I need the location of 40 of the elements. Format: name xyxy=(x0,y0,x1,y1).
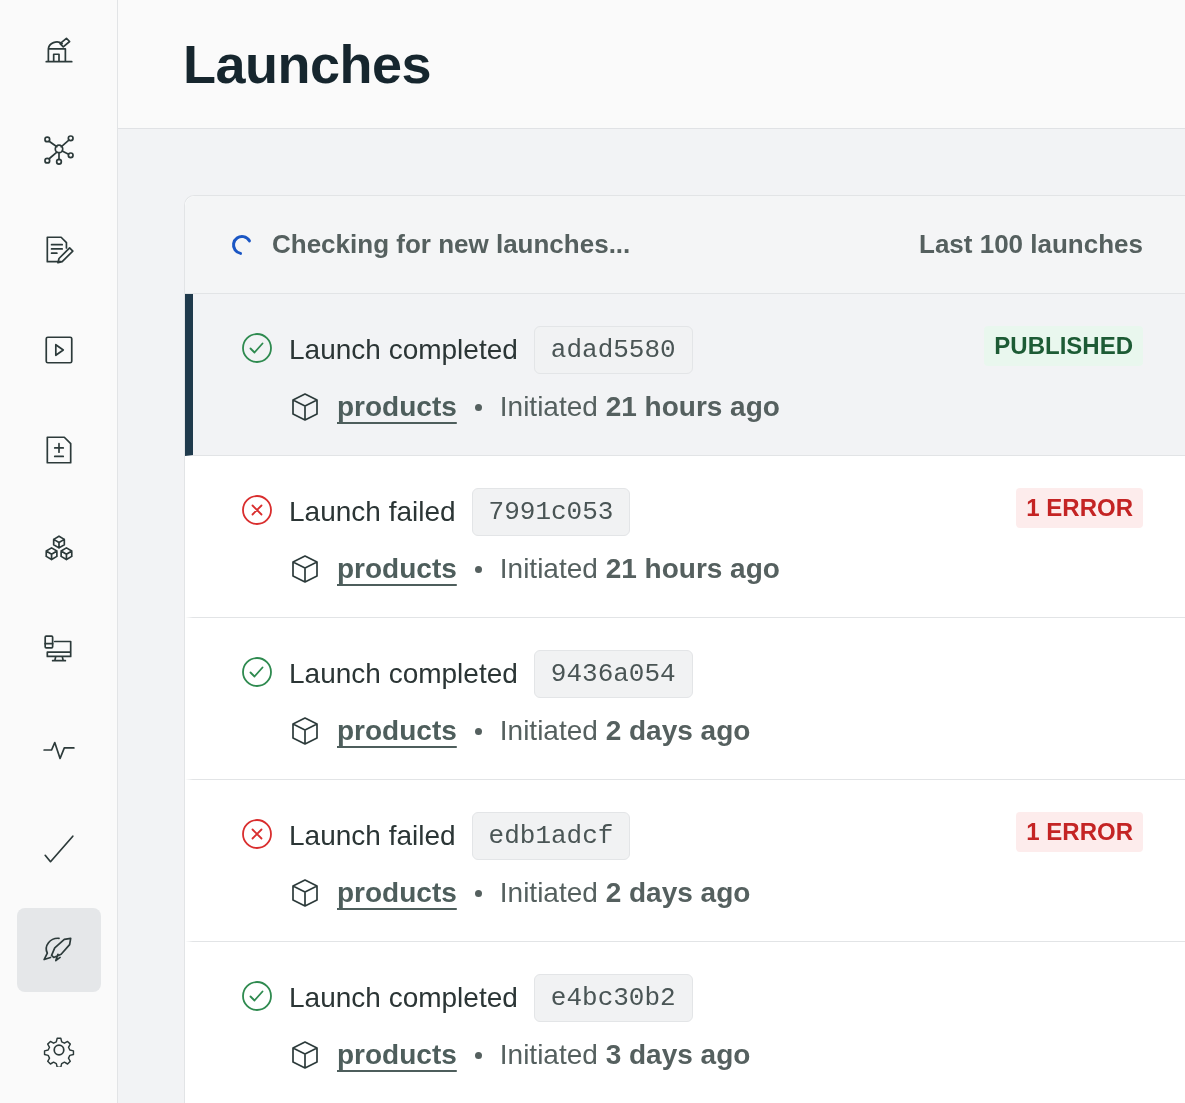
commit-hash: 7991c053 xyxy=(471,488,631,536)
initiated-text: Initiated 21 hours ago xyxy=(499,390,780,424)
initiated-text: Initiated 21 hours ago xyxy=(499,552,780,586)
cube-icon xyxy=(289,391,321,423)
launch-row[interactable]: Launch completed adad5580 products Initiated 21 hours ago PUBLISHED xyxy=(185,294,1185,456)
project-link[interactable]: products xyxy=(337,548,457,590)
check-circle-icon xyxy=(241,980,273,1012)
launch-title: Launch failed xyxy=(289,819,456,853)
launch-title: Launch completed xyxy=(289,333,518,367)
project-link[interactable]: products xyxy=(337,710,457,752)
page-title: Launches xyxy=(183,32,432,96)
network-graph-icon xyxy=(41,133,76,167)
cube-icon xyxy=(289,553,321,585)
initiated-text: Initiated 2 days ago xyxy=(499,876,751,910)
status-text: Checking for new launches... xyxy=(272,228,631,261)
launch-title: Launch completed xyxy=(289,657,518,691)
commit-hash: 9436a054 xyxy=(533,650,693,698)
status-badge: 1 ERROR xyxy=(1016,812,1143,852)
sidebar-item[interactable] xyxy=(16,908,101,992)
check-circle-icon xyxy=(241,332,273,364)
cube-icon xyxy=(289,715,321,747)
project-link[interactable]: products xyxy=(337,1034,457,1076)
project-link[interactable]: products xyxy=(337,872,457,914)
commit-hash: edb1adcf xyxy=(471,812,631,860)
loading-spinner-icon xyxy=(231,233,253,256)
status-badge: PUBLISHED xyxy=(984,326,1143,366)
initiated-text: Initiated 2 days ago xyxy=(499,714,751,748)
cube-icon xyxy=(289,1039,321,1071)
check-circle-icon xyxy=(241,656,273,688)
launch-title: Launch completed xyxy=(289,981,518,1015)
error-circle-icon xyxy=(241,818,273,850)
project-link[interactable]: products xyxy=(337,386,457,428)
commit-hash: e4bc30b2 xyxy=(533,974,693,1022)
initiated-text: Initiated 3 days ago xyxy=(499,1038,751,1072)
launch-title: Launch failed xyxy=(289,495,456,529)
status-badge: 1 ERROR xyxy=(1016,488,1143,528)
launch-count: Last 100 launches xyxy=(919,228,1143,261)
cube-icon xyxy=(289,877,321,909)
error-circle-icon xyxy=(241,494,273,526)
commit-hash: adad5580 xyxy=(533,326,693,374)
